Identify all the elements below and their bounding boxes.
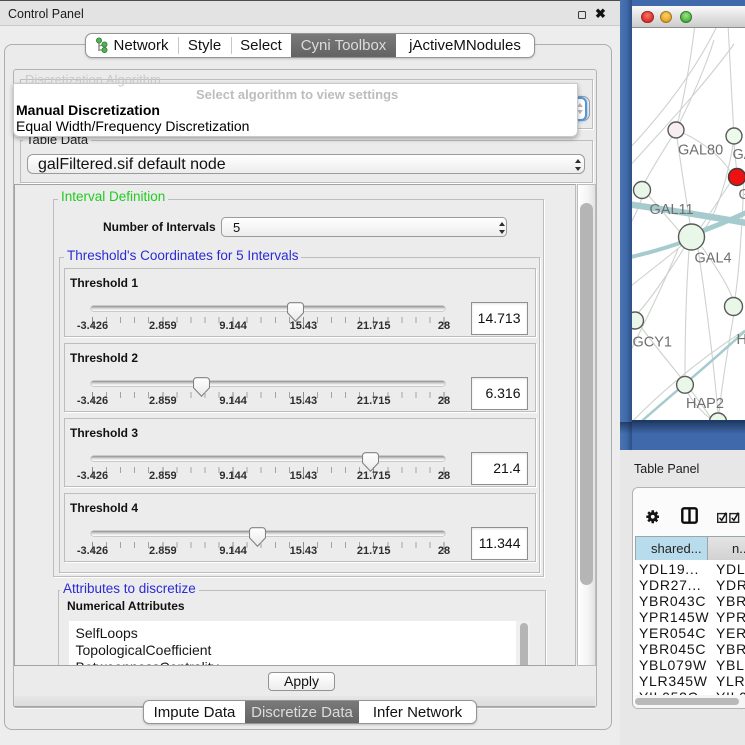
svg-text:GAL80: GAL80 [678, 142, 723, 158]
svg-text:GAL4: GAL4 [694, 250, 731, 266]
svg-text:GAL11: GAL11 [649, 202, 693, 218]
svg-text:GCY1: GCY1 [632, 334, 672, 350]
svg-text:GC: GC [738, 187, 745, 203]
svg-text:GAL7: GAL7 [732, 147, 745, 163]
svg-text:HAP2: HAP2 [686, 396, 724, 412]
svg-text:HA: HA [736, 332, 745, 348]
